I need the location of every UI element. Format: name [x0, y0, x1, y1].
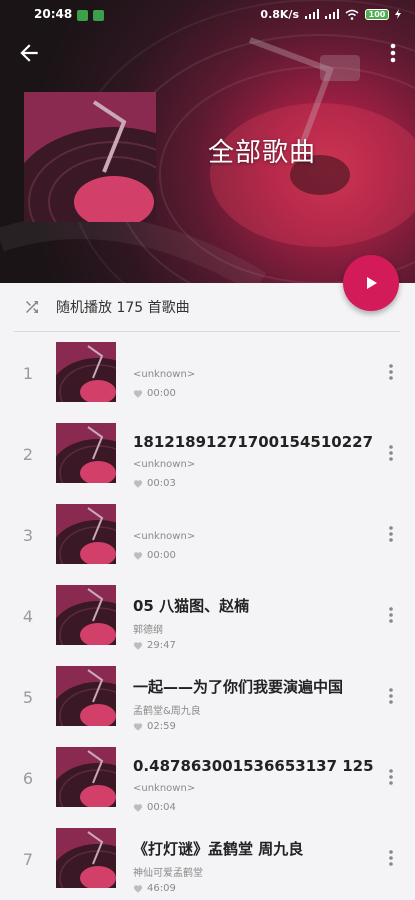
- song-duration: 02:59: [133, 721, 176, 732]
- heart-icon[interactable]: [133, 551, 143, 560]
- song-row[interactable]: 3 <unknown> 00:00: [0, 494, 415, 575]
- song-row[interactable]: 6 0.487863001536653137 12572 <unknown> 00:0…: [0, 737, 415, 818]
- song-menu-icon[interactable]: [385, 848, 397, 868]
- album-header: 20:48 0.8K/s 100 全部歌曲: [0, 0, 415, 283]
- song-thumbnail: [56, 747, 116, 807]
- song-thumbnail: [56, 504, 116, 564]
- song-duration-text: 00:04: [147, 802, 176, 813]
- song-artist: 郭德纲: [133, 625, 163, 636]
- song-index: 3: [22, 526, 34, 545]
- shuffle-icon: [26, 301, 38, 313]
- song-thumbnail: [56, 423, 116, 483]
- charging-icon: [395, 9, 401, 19]
- song-title: 0.487863001536653137 12572: [133, 757, 373, 775]
- battery-icon: 100: [365, 8, 389, 20]
- song-index: 7: [22, 850, 34, 869]
- song-thumbnail: [56, 585, 116, 645]
- back-arrow-icon[interactable]: [16, 40, 42, 66]
- vinyl-record-image: [56, 585, 116, 645]
- heart-icon[interactable]: [133, 389, 143, 398]
- song-index: 2: [22, 445, 34, 464]
- heart-icon[interactable]: [133, 722, 143, 731]
- heart-icon[interactable]: [133, 479, 143, 488]
- song-duration-text: 29:47: [147, 640, 176, 651]
- song-index: 4: [22, 607, 34, 626]
- song-row[interactable]: 4 05 八猫图、赵楠郭德纲 29:47: [0, 575, 415, 656]
- song-row[interactable]: 5 一起——为了你们我要演遍中国孟鹤堂&周九良 02:59: [0, 656, 415, 737]
- song-duration: 00:03: [133, 478, 176, 489]
- page-title: 全部歌曲: [208, 138, 317, 168]
- heart-icon[interactable]: [133, 641, 143, 650]
- song-menu-icon[interactable]: [385, 524, 397, 544]
- notification-icon: [77, 9, 89, 21]
- song-duration: 00:00: [133, 550, 176, 561]
- song-index: 1: [22, 364, 34, 383]
- heart-icon[interactable]: [133, 884, 143, 893]
- more-vert-icon[interactable]: [385, 40, 401, 66]
- wifi-icon: [345, 9, 359, 20]
- song-thumbnail: [56, 666, 116, 726]
- song-artist: 孟鹤堂&周九良: [133, 706, 201, 717]
- song-title: 《打灯谜》孟鹤堂 周九良: [133, 840, 304, 858]
- song-duration-text: 00:00: [147, 388, 176, 399]
- song-row[interactable]: 2 18121891271700154510227781 <unknown> 00:0…: [0, 413, 415, 494]
- song-artist: <unknown>: [133, 531, 196, 542]
- shuffle-label: 随机播放 175 首歌曲: [56, 300, 190, 316]
- network-speed: 0.8K/s: [260, 7, 299, 21]
- song-index: 5: [22, 688, 34, 707]
- song-menu-icon[interactable]: [385, 443, 397, 463]
- signal-icon: [305, 9, 319, 19]
- song-row[interactable]: 7 《打灯谜》孟鹤堂 周九良神仙可爱孟鹤堂 46:09: [0, 818, 415, 899]
- vinyl-record-image: [56, 342, 116, 402]
- song-thumbnail: [56, 828, 116, 888]
- song-artist: 神仙可爱孟鹤堂: [133, 868, 203, 879]
- vinyl-record-image: [56, 666, 116, 726]
- song-title: 18121891271700154510227781: [133, 433, 373, 451]
- vinyl-record-image: [56, 828, 116, 888]
- song-duration: 46:09: [133, 883, 176, 894]
- album-cover: [24, 92, 156, 222]
- vinyl-record-image: [56, 747, 116, 807]
- status-bar: 20:48 0.8K/s 100: [0, 0, 415, 28]
- song-duration-text: 00:03: [147, 478, 176, 489]
- song-duration-text: 02:59: [147, 721, 176, 732]
- song-title: 一起——为了你们我要演遍中国: [133, 678, 344, 696]
- play-all-button[interactable]: [343, 255, 399, 311]
- vinyl-record-image: [56, 504, 116, 564]
- song-duration-text: 00:00: [147, 550, 176, 561]
- song-duration: 00:00: [133, 388, 176, 399]
- song-menu-icon[interactable]: [385, 605, 397, 625]
- song-menu-icon[interactable]: [385, 362, 397, 382]
- song-artist: <unknown>: [133, 783, 196, 794]
- song-artist: <unknown>: [133, 459, 196, 470]
- song-row[interactable]: 1 <unknown> 00:00: [0, 332, 415, 413]
- song-duration: 29:47: [133, 640, 176, 651]
- vinyl-record-image: [24, 92, 156, 222]
- signal-icon: [325, 9, 339, 19]
- song-list: 1 <unknown> 00:00 2 181218912717001545102277…: [0, 332, 415, 899]
- vinyl-record-image: [56, 423, 116, 483]
- notification-icon: [93, 9, 105, 21]
- song-title: 05 八猫图、赵楠: [133, 597, 250, 615]
- song-artist: <unknown>: [133, 369, 196, 380]
- status-time: 20:48: [34, 7, 73, 21]
- heart-icon[interactable]: [133, 803, 143, 812]
- play-icon: [367, 277, 377, 289]
- song-duration-text: 46:09: [147, 883, 176, 894]
- song-menu-icon[interactable]: [385, 767, 397, 787]
- song-index: 6: [22, 769, 34, 788]
- song-thumbnail: [56, 342, 116, 402]
- song-duration: 00:04: [133, 802, 176, 813]
- song-menu-icon[interactable]: [385, 686, 397, 706]
